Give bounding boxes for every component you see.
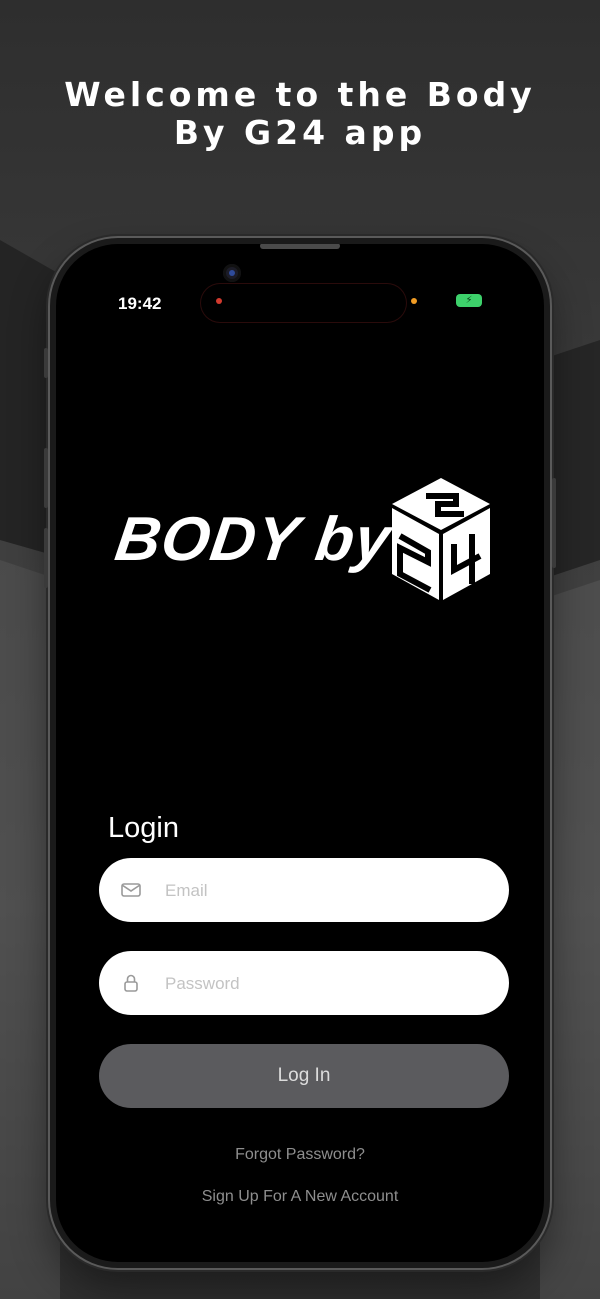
phone-volume-down-button: [44, 528, 48, 588]
email-input[interactable]: [163, 872, 489, 910]
email-field-container[interactable]: [99, 858, 509, 922]
recording-indicator-icon: [216, 298, 222, 304]
logo-text: BODY by: [111, 505, 396, 574]
promo-title-line1: Welcome to the Body: [64, 75, 536, 114]
password-field-container[interactable]: [99, 951, 509, 1015]
mail-icon: [121, 883, 141, 897]
microphone-indicator-icon: [411, 298, 417, 304]
phone-screen: 19:42 ⚡ BODY by Login Email Log In Forgo…: [56, 244, 544, 1262]
forgot-password-link[interactable]: Forgot Password?: [56, 1146, 544, 1164]
phone-volume-up-button: [44, 448, 48, 508]
login-title: Login: [108, 812, 179, 844]
phone-power-button: [552, 478, 556, 568]
sign-up-link[interactable]: Sign Up For A New Account: [56, 1188, 544, 1206]
phone-frame: 19:42 ⚡ BODY by Login Email Log In Forgo…: [44, 238, 556, 1268]
promo-title-line2: By G24 app: [173, 113, 427, 152]
charging-battery-icon: ⚡: [456, 294, 482, 307]
status-time: 19:42: [118, 294, 162, 313]
promo-title: Welcome to the Body By G24 app: [0, 76, 600, 152]
app-logo: BODY by: [111, 474, 506, 604]
password-input[interactable]: [163, 965, 489, 1003]
g24-cube-logo-icon: [392, 478, 490, 600]
log-in-button[interactable]: Log In: [99, 1044, 509, 1108]
phone-speaker: [260, 244, 340, 249]
camera-icon: [223, 264, 241, 282]
lock-icon: [124, 974, 138, 992]
phone-action-button: [44, 348, 48, 378]
dynamic-island: [201, 284, 406, 322]
